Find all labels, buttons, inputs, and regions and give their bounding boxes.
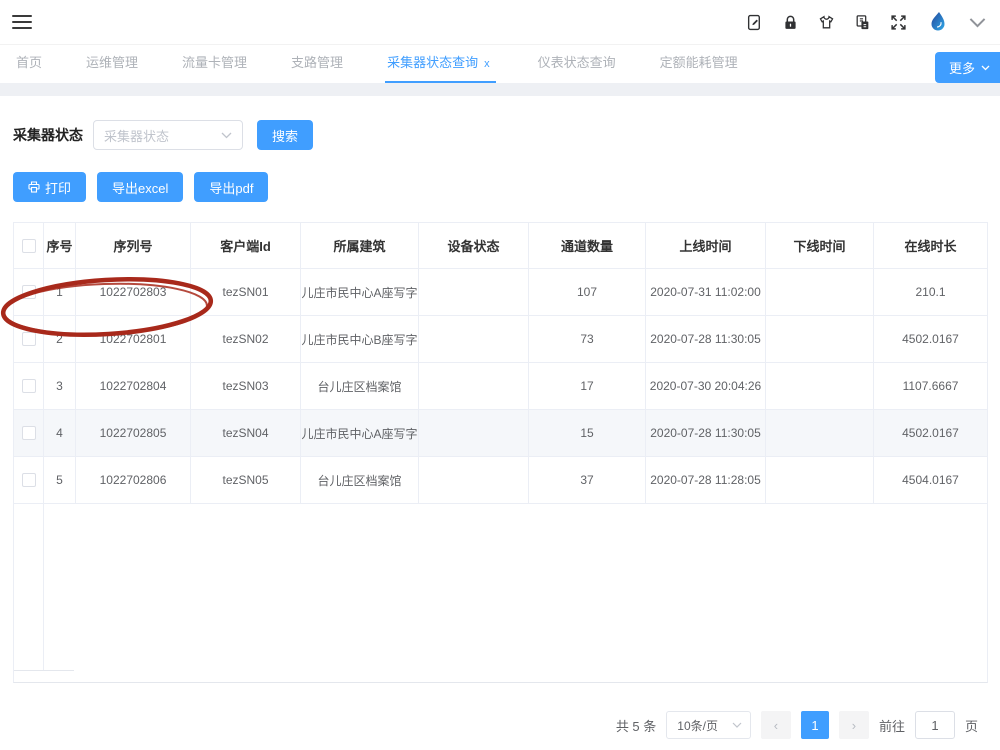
tab-quota-energy-management[interactable]: 定额能耗管理 bbox=[658, 42, 740, 83]
col-channel-count: 通道数量 bbox=[529, 223, 646, 269]
export-excel-button[interactable]: 导出excel bbox=[97, 172, 183, 202]
app-logo-icon[interactable] bbox=[926, 10, 950, 34]
row-checkbox[interactable] bbox=[22, 332, 36, 346]
hamburger-icon[interactable] bbox=[12, 11, 32, 33]
table-row[interactable]: 2 1022702801 tezSN02 台儿庄市民中心B座写字楼 73 202… bbox=[14, 316, 987, 363]
goto-label: 前往 bbox=[879, 716, 905, 735]
table-row[interactable]: 4 1022702805 tezSN04 台儿庄市民中心A座写字楼 15 202… bbox=[14, 410, 987, 457]
export-pdf-button[interactable]: 导出pdf bbox=[194, 172, 268, 202]
collector-status-select[interactable]: 采集器状态 bbox=[93, 120, 243, 150]
collector-status-label: 采集器状态 bbox=[13, 125, 83, 145]
theme-shirt-icon[interactable] bbox=[818, 14, 835, 31]
select-all-checkbox[interactable] bbox=[22, 239, 36, 253]
tab-meter-status-query[interactable]: 仪表状态查询 bbox=[536, 42, 618, 83]
tab-close-icon[interactable]: x bbox=[484, 58, 490, 70]
col-index: 序号 bbox=[44, 223, 76, 269]
pagination: 共 5 条 10条/页 ‹ 1 › 前往 页 bbox=[13, 711, 988, 739]
table-row[interactable]: 3 1022702804 tezSN03 台儿庄区档案馆 17 2020-07-… bbox=[14, 363, 987, 410]
select-placeholder: 采集器状态 bbox=[104, 126, 169, 145]
chevron-down-icon bbox=[981, 65, 990, 71]
next-page-button[interactable]: › bbox=[839, 711, 869, 739]
note-edit-icon[interactable] bbox=[746, 14, 763, 31]
fixed-column-border bbox=[43, 504, 44, 670]
fullscreen-icon[interactable] bbox=[890, 14, 907, 31]
table-empty-area bbox=[14, 504, 987, 682]
page-unit-label: 页 bbox=[965, 716, 978, 735]
export-toolbar: 打印 导出excel 导出pdf bbox=[13, 172, 988, 202]
tab-ops-management[interactable]: 运维管理 bbox=[84, 42, 140, 83]
table-header: 序号 序列号 客户端Id 所属建筑 设备状态 通道数量 上线时间 下线时间 在线… bbox=[14, 223, 987, 269]
chevron-down-icon bbox=[732, 722, 742, 728]
row-checkbox[interactable] bbox=[22, 426, 36, 440]
goto-page-input[interactable] bbox=[915, 711, 955, 739]
table-row[interactable]: 5 1022702806 tezSN05 台儿庄区档案馆 37 2020-07-… bbox=[14, 457, 987, 504]
prev-page-button[interactable]: ‹ bbox=[761, 711, 791, 739]
col-device-status: 设备状态 bbox=[419, 223, 529, 269]
copy-docs-icon[interactable] bbox=[854, 14, 871, 31]
page-size-select[interactable]: 10条/页 bbox=[666, 711, 751, 739]
filter-row: 采集器状态 采集器状态 搜索 bbox=[13, 120, 988, 150]
tab-label: 采集器状态查询 bbox=[387, 55, 478, 70]
printer-icon bbox=[28, 181, 40, 193]
col-client-id: 客户端Id bbox=[191, 223, 301, 269]
main-content: 采集器状态 采集器状态 搜索 打印 导出excel 导出pdf 序号 序列号 客… bbox=[0, 120, 1000, 739]
table-body: 1 1022702803 tezSN01 台儿庄市民中心A座写字楼 107 20… bbox=[14, 269, 987, 504]
chevron-down-icon bbox=[221, 132, 232, 139]
divider-strip bbox=[0, 83, 1000, 96]
tab-sim-card-management[interactable]: 流量卡管理 bbox=[180, 42, 249, 83]
col-building: 所属建筑 bbox=[301, 223, 419, 269]
fixed-column-border bbox=[14, 670, 74, 671]
table-row[interactable]: 1 1022702803 tezSN01 台儿庄市民中心A座写字楼 107 20… bbox=[14, 269, 987, 316]
tab-bar: 首页 运维管理 流量卡管理 支路管理 采集器状态查询 x 仪表状态查询 定额能耗管… bbox=[0, 45, 1000, 83]
print-button[interactable]: 打印 bbox=[13, 172, 86, 202]
col-serial-number: 序列号 bbox=[76, 223, 191, 269]
search-button[interactable]: 搜索 bbox=[257, 120, 313, 150]
tab-home[interactable]: 首页 bbox=[14, 42, 44, 83]
tab-branch-management[interactable]: 支路管理 bbox=[289, 42, 345, 83]
page-number-button[interactable]: 1 bbox=[801, 711, 829, 739]
col-online-time: 上线时间 bbox=[646, 223, 766, 269]
col-online-duration: 在线时长 bbox=[874, 223, 987, 269]
row-checkbox[interactable] bbox=[22, 285, 36, 299]
row-checkbox[interactable] bbox=[22, 473, 36, 487]
total-count-label: 共 5 条 bbox=[616, 716, 656, 735]
top-bar bbox=[0, 0, 1000, 45]
tab-collector-status-query[interactable]: 采集器状态查询 x bbox=[385, 42, 496, 83]
select-all-cell bbox=[14, 223, 44, 269]
chevron-down-icon[interactable] bbox=[969, 14, 986, 31]
lock-icon[interactable] bbox=[782, 14, 799, 31]
more-tabs-button[interactable]: 更多 bbox=[935, 52, 1000, 83]
row-checkbox[interactable] bbox=[22, 379, 36, 393]
col-offline-time: 下线时间 bbox=[766, 223, 874, 269]
collector-table: 序号 序列号 客户端Id 所属建筑 设备状态 通道数量 上线时间 下线时间 在线… bbox=[13, 222, 988, 683]
